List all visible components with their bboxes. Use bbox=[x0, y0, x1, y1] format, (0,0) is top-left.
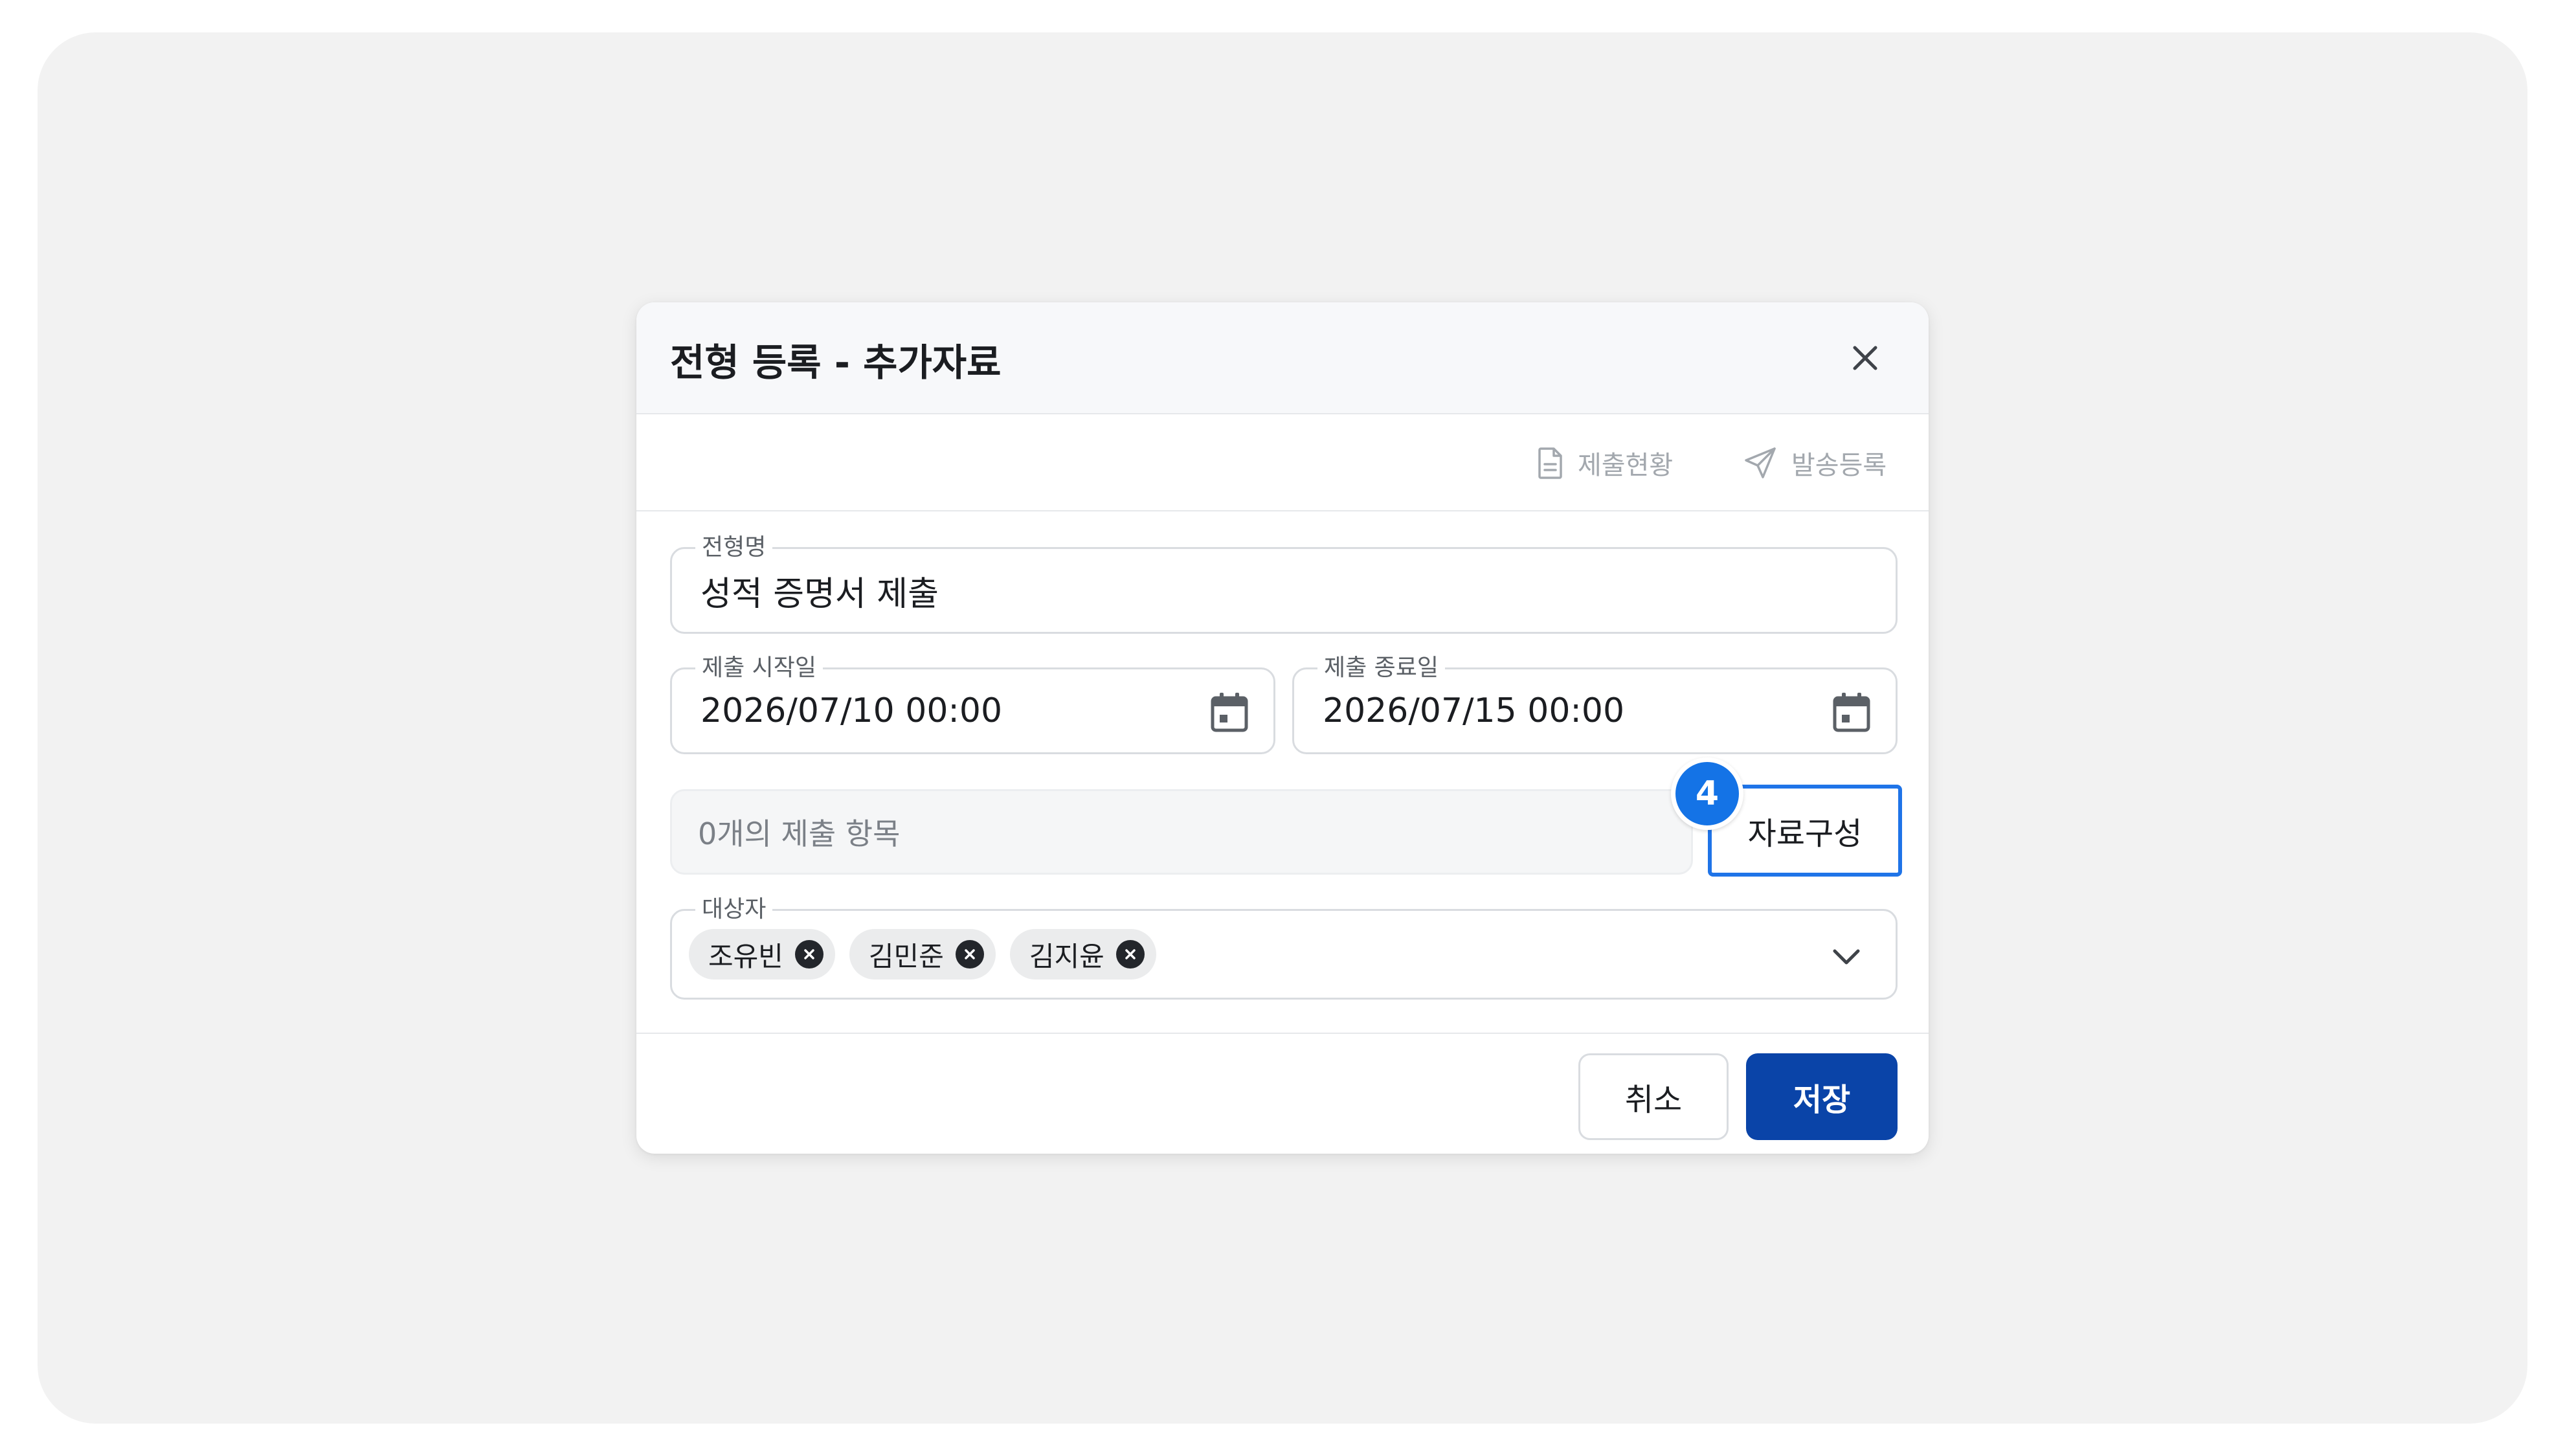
send-register-button[interactable]: 발송등록 bbox=[1743, 440, 1887, 486]
calendar-icon[interactable] bbox=[1210, 691, 1249, 733]
submission-status-button[interactable]: 제출현황 bbox=[1538, 440, 1673, 486]
cancel-button[interactable]: 취소 bbox=[1578, 1053, 1729, 1140]
chevron-down-icon[interactable] bbox=[1831, 945, 1862, 970]
target-chip: 김민준 bbox=[849, 929, 996, 980]
close-icon bbox=[965, 949, 975, 959]
targets-field[interactable]: 대상자 조유빈 김민준 김지윤 bbox=[670, 895, 1898, 1000]
step-badge: 4 bbox=[1671, 757, 1743, 830]
start-date-value: 2026/07/10 00:00 bbox=[700, 691, 1003, 730]
close-icon bbox=[1853, 346, 1877, 370]
dialog-header: 전형 등록 - 추가자료 bbox=[636, 302, 1929, 414]
send-register-label: 발송등록 bbox=[1791, 451, 1887, 480]
target-chip-list: 조유빈 김민준 김지윤 bbox=[689, 911, 1156, 998]
submission-status-label: 제출현황 bbox=[1578, 451, 1674, 480]
end-date-value: 2026/07/15 00:00 bbox=[1323, 691, 1625, 730]
remove-chip-button[interactable] bbox=[955, 940, 984, 969]
close-icon bbox=[804, 949, 814, 959]
remove-chip-button[interactable] bbox=[794, 940, 823, 969]
save-button[interactable]: 저장 bbox=[1746, 1053, 1898, 1140]
stage-name-field[interactable]: 전형명 성적 증명서 제출 bbox=[670, 533, 1898, 634]
send-icon bbox=[1745, 447, 1776, 478]
start-date-field[interactable]: 제출 시작일 2026/07/10 00:00 bbox=[670, 654, 1275, 754]
remove-chip-button[interactable] bbox=[1115, 940, 1145, 969]
target-chip: 김지윤 bbox=[1009, 929, 1156, 980]
calendar-icon[interactable] bbox=[1832, 691, 1871, 733]
stage-register-dialog: 전형 등록 - 추가자료 제출현황 발송등록 전형명 성적 증명서 제출 제출 … bbox=[636, 302, 1929, 1154]
submission-items-field: 0개의 제출 항목 bbox=[670, 789, 1693, 875]
end-date-field[interactable]: 제출 종료일 2026/07/15 00:00 bbox=[1292, 654, 1898, 754]
target-chip-label: 조유빈 bbox=[708, 940, 783, 972]
target-chip-label: 김지윤 bbox=[1029, 940, 1104, 972]
close-icon bbox=[1125, 949, 1136, 959]
document-icon bbox=[1538, 447, 1562, 479]
dialog-toolbar: 제출현황 발송등록 bbox=[636, 414, 1929, 511]
stage-name-value: 성적 증명서 제출 bbox=[700, 574, 939, 614]
close-button[interactable] bbox=[1846, 339, 1885, 377]
dialog-title: 전형 등록 - 추가자료 bbox=[670, 341, 1002, 385]
submission-items-summary: 0개의 제출 항목 bbox=[698, 816, 901, 851]
target-chip-label: 김민준 bbox=[868, 940, 944, 972]
target-chip: 조유빈 bbox=[689, 929, 835, 980]
dialog-footer: 취소 저장 bbox=[636, 1033, 1929, 1154]
